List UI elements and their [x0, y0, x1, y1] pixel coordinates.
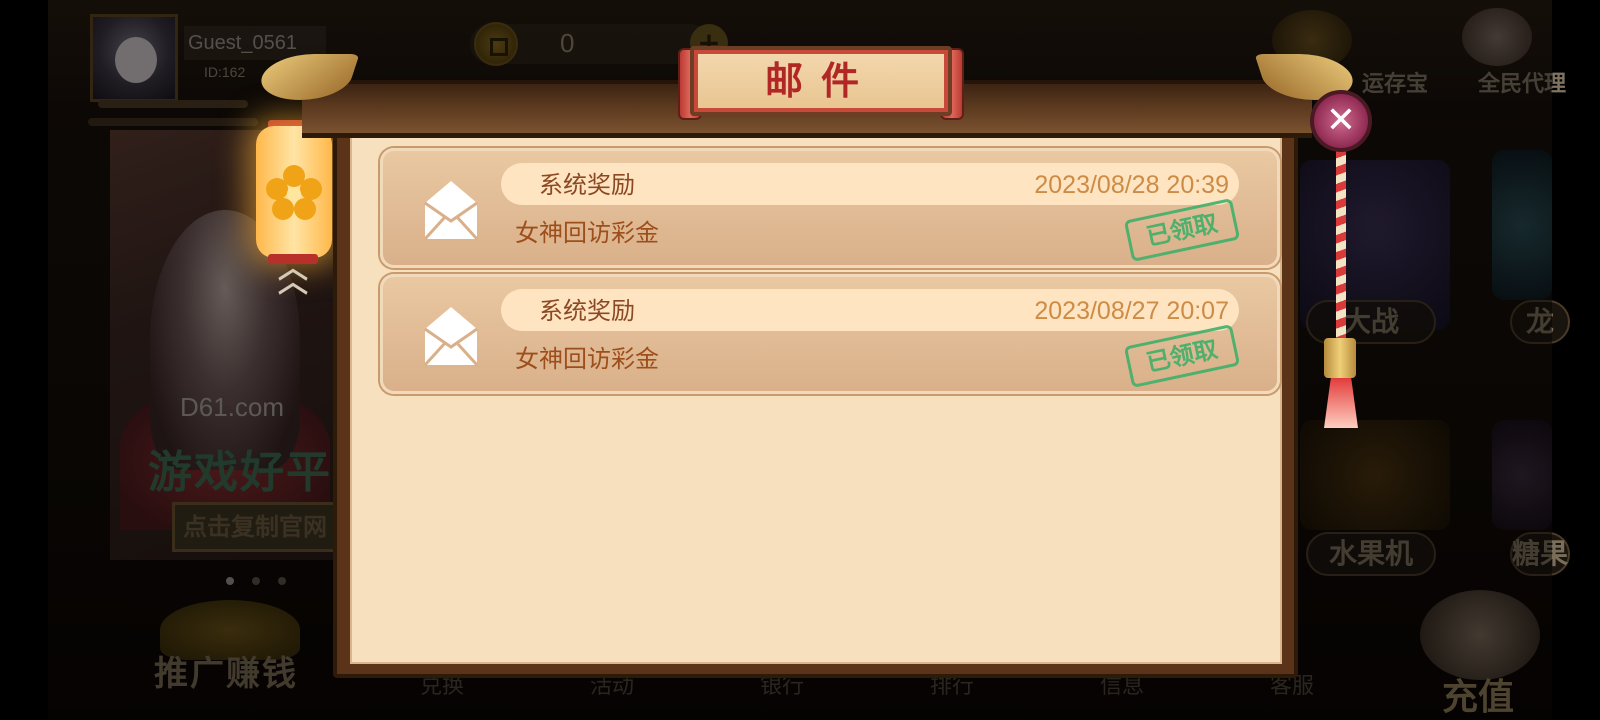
mail-item[interactable]: 系统奖励 2023/08/28 20:39 女神回访彩金 已领取 — [380, 148, 1280, 268]
close-button[interactable]: ✕ — [1310, 90, 1372, 152]
envelope-icon — [423, 307, 479, 367]
right-letterbox — [1552, 0, 1600, 720]
mail-time: 2023/08/28 20:39 — [1034, 171, 1229, 199]
mail-sender: 系统奖励 — [539, 171, 635, 199]
claimed-stamp: 已领取 — [1123, 198, 1241, 262]
mail-subject: 女神回访彩金 — [515, 219, 659, 247]
close-icon: ✕ — [1325, 100, 1357, 141]
mail-subject: 女神回访彩金 — [515, 345, 659, 373]
mail-item[interactable]: 系统奖励 2023/08/27 20:07 女神回访彩金 已领取 — [380, 274, 1280, 394]
mail-time: 2023/08/27 20:07 — [1034, 297, 1229, 325]
left-letterbox — [0, 0, 48, 720]
tassel-cap — [1324, 338, 1356, 378]
close-rope — [1336, 150, 1346, 340]
flower-icon — [266, 165, 322, 220]
envelope-icon — [423, 181, 479, 241]
chevron-up-icon: ︿ ︿ — [278, 251, 308, 300]
dialog-title: 邮件 — [764, 58, 877, 103]
mail-sender: 系统奖励 — [539, 297, 635, 325]
claimed-stamp: 已领取 — [1123, 324, 1241, 388]
